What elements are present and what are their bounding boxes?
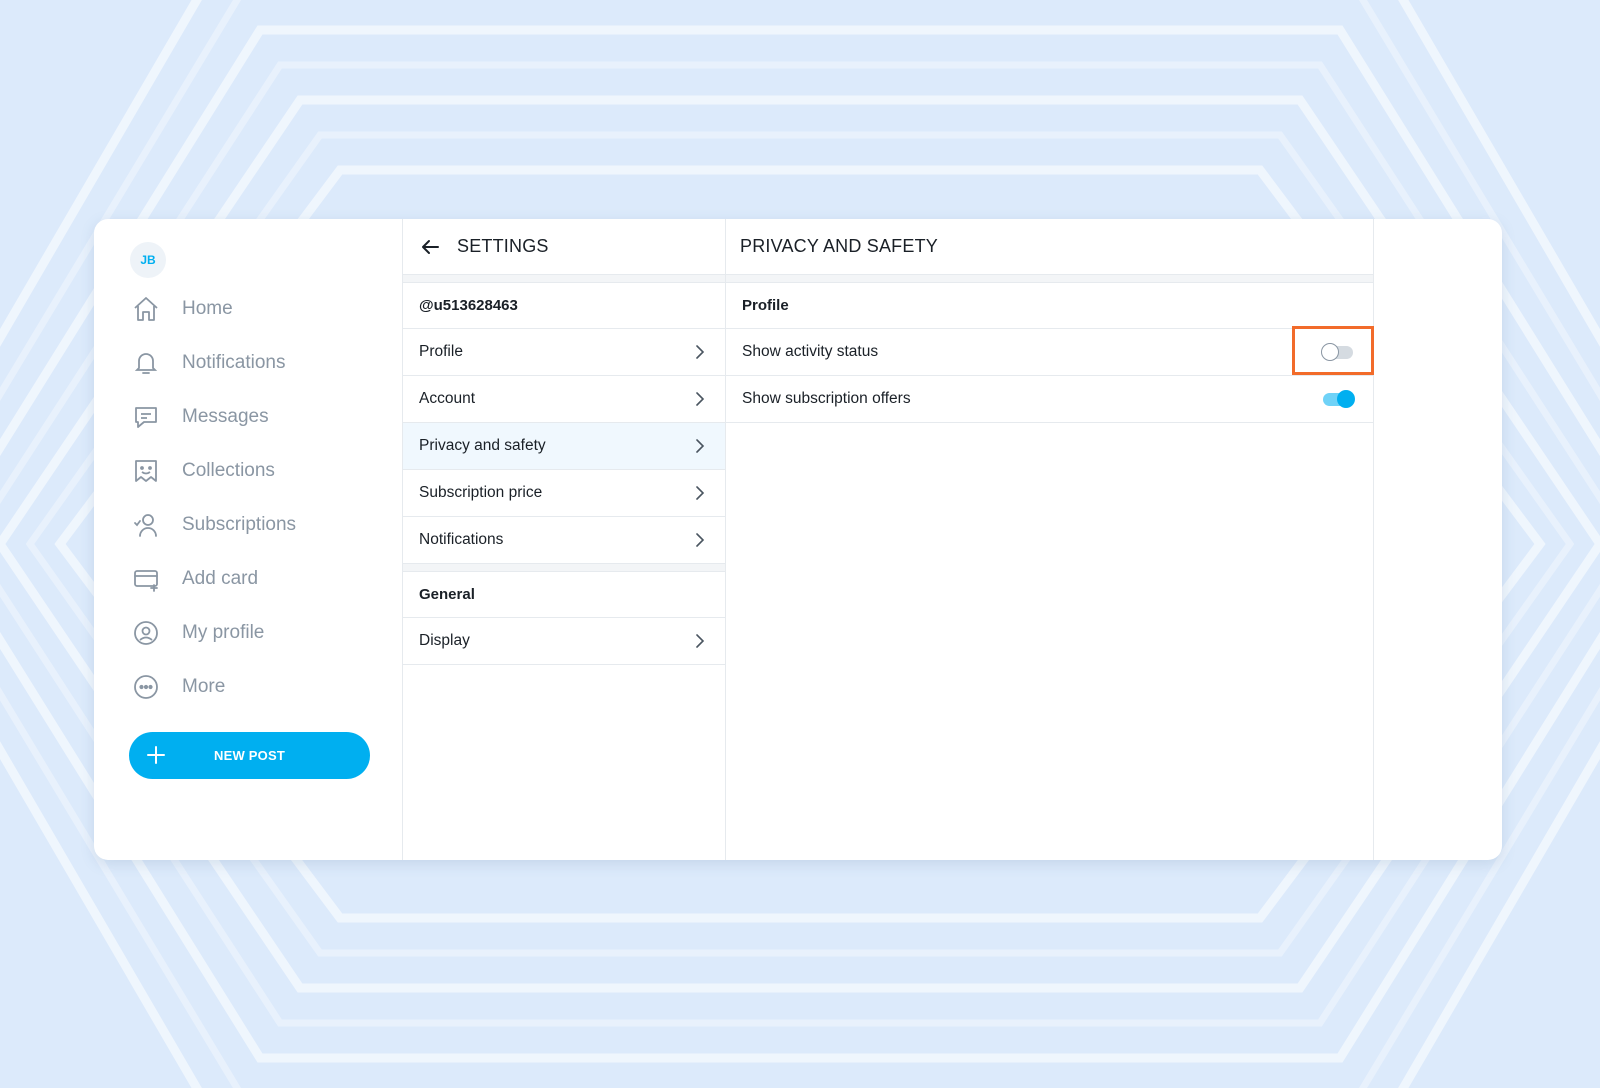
profile-icon [132,619,160,647]
message-icon [132,403,160,431]
settings-item-label: Notifications [419,531,504,548]
sidebar-item-more[interactable]: More [132,665,392,709]
plus-icon [147,746,165,764]
bell-icon [132,349,160,377]
show-subscription-offers-toggle[interactable] [1321,388,1355,410]
settings-item-display[interactable]: Display [403,618,725,665]
chevron-right-icon [696,533,705,547]
settings-title: SETTINGS [457,236,549,256]
sidebar-item-label: More [182,676,226,697]
settings-item-label: Account [419,390,476,407]
sidebar-item-label: Notifications [182,352,286,373]
more-icon [132,673,160,701]
chevron-right-icon [696,345,705,359]
chevron-right-icon [696,486,705,500]
show-activity-status-toggle[interactable] [1321,341,1355,363]
setting-show-activity-status: Show activity status [726,329,1373,376]
settings-panel: SETTINGS @u513628463 Profile Account Pri… [402,219,726,860]
app-window: JB Home Notifications Messages Collectio… [94,219,1502,860]
sidebar-item-add-card[interactable]: Add card [132,557,392,601]
section-divider [403,564,725,572]
sidebar-item-label: Add card [182,568,259,589]
section-divider [403,275,725,283]
toggle-knob [1321,343,1339,361]
settings-item-label: Privacy and safety [419,437,546,454]
chevron-right-icon [696,634,705,648]
sidebar-item-label: Home [182,298,233,319]
sidebar-item-label: Subscriptions [182,514,297,535]
sidebar-item-home[interactable]: Home [132,287,392,331]
toggle-label: Show subscription offers [742,390,911,407]
sidebar-item-label: My profile [182,622,265,643]
privacy-panel: PRIVACY AND SAFETY Profile Show activity… [726,219,1374,860]
sidebar-item-label: Messages [182,406,269,427]
settings-item-privacy-and-safety[interactable]: Privacy and safety [403,423,725,470]
settings-item-label: Display [419,632,470,649]
sidebar: JB Home Notifications Messages Collectio… [94,219,402,860]
chevron-right-icon [696,392,705,406]
setting-show-subscription-offers: Show subscription offers [726,376,1373,423]
back-arrow-icon[interactable] [419,235,443,259]
sidebar-item-subscriptions[interactable]: Subscriptions [132,503,392,547]
settings-item-label: Profile [419,343,463,360]
sidebar-item-notifications[interactable]: Notifications [132,341,392,385]
settings-item-profile[interactable]: Profile [403,329,725,376]
new-post-button[interactable]: NEW POST [129,732,370,779]
general-heading: General [403,572,725,618]
sidebar-item-label: Collections [182,460,275,481]
settings-item-label: Subscription price [419,484,543,501]
username-label: @u513628463 [403,283,725,329]
settings-item-notifications[interactable]: Notifications [403,517,725,564]
home-icon [132,295,160,323]
subscriptions-icon [132,511,160,539]
card-icon [132,565,160,593]
toggle-knob [1337,390,1355,408]
collections-icon [132,457,160,485]
settings-item-subscription-price[interactable]: Subscription price [403,470,725,517]
section-divider [726,275,1373,283]
settings-item-account[interactable]: Account [403,376,725,423]
sidebar-item-messages[interactable]: Messages [132,395,392,439]
settings-header: SETTINGS [403,219,725,275]
toggle-label: Show activity status [742,343,879,360]
chevron-right-icon [696,439,705,453]
privacy-title: PRIVACY AND SAFETY [740,236,938,256]
avatar[interactable]: JB [130,242,166,278]
sidebar-item-my-profile[interactable]: My profile [132,611,392,655]
sidebar-item-collections[interactable]: Collections [132,449,392,493]
profile-section-heading: Profile [726,283,1373,329]
privacy-header: PRIVACY AND SAFETY [726,219,1373,275]
